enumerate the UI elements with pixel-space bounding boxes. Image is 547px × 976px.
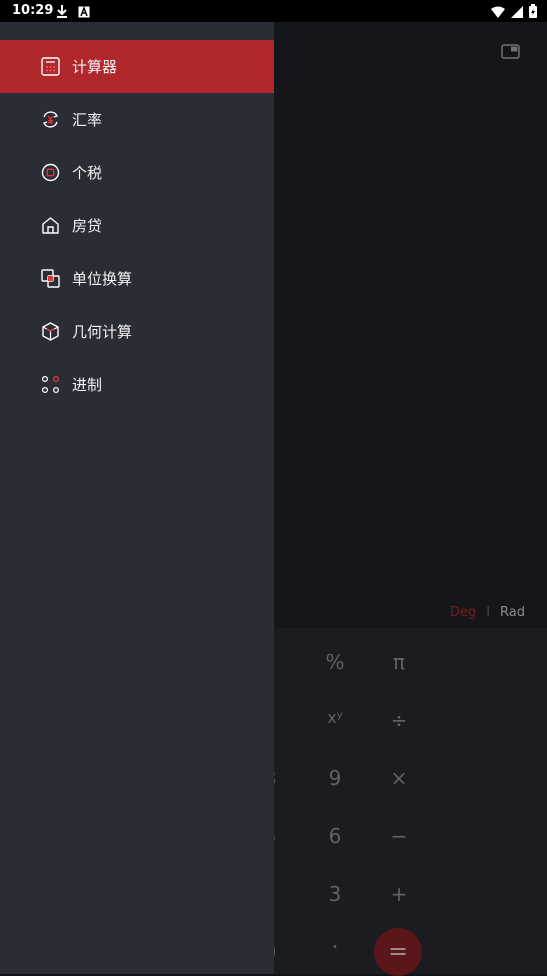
tax-icon [40,162,61,183]
number-base-icon [40,374,61,395]
menu-item-geometry[interactable]: 几何计算 [0,305,274,358]
key-minus[interactable]: − [369,824,429,848]
battery-icon [529,3,537,22]
calculator-icon [40,56,61,77]
key-percent[interactable]: % [305,650,365,674]
mode-separator: I [486,605,491,620]
key-equals[interactable]: = [374,928,422,976]
key-divide[interactable]: ÷ [369,708,429,732]
signal-icon [511,3,523,22]
download-icon [56,3,68,22]
drawer-menu: 计算器 汇率 个税 房贷 单位换算 几何计算 进制 [0,40,274,411]
menu-item-unit-conversion[interactable]: 单位换算 [0,252,274,305]
menu-label-number-base: 进制 [72,376,103,394]
menu-label-house-loan: 房贷 [72,217,103,235]
menu-item-exchange-rate[interactable]: 汇率 [0,93,274,146]
key-three[interactable]: 3 [305,882,365,906]
key-power[interactable]: xʸ [305,708,365,727]
menu-label-tax: 个税 [72,164,103,182]
menu-item-tax[interactable]: 个税 [0,146,274,199]
rad-option[interactable]: Rad [500,605,525,620]
menu-label-calculator: 计算器 [72,58,118,76]
status-bar: 10:29 [0,0,547,22]
key-pi[interactable]: π [369,650,429,674]
exchange-rate-icon [40,109,61,130]
geometry-icon [40,321,61,342]
menu-item-house-loan[interactable]: 房贷 [0,199,274,252]
house-loan-icon [40,215,61,236]
key-nine[interactable]: 9 [305,766,365,790]
navigation-drawer: 计算器 汇率 个税 房贷 单位换算 几何计算 进制 [0,22,274,974]
menu-item-number-base[interactable]: 进制 [0,358,274,411]
menu-label-exchange-rate: 汇率 [72,111,103,129]
angle-mode-switch[interactable]: Deg I Rad [450,605,525,620]
menu-item-calculator[interactable]: 计算器 [0,40,274,93]
key-plus[interactable]: + [369,882,429,906]
status-time: 10:29 [12,3,54,18]
key-multiply[interactable]: × [369,766,429,790]
key-dot[interactable]: • [305,942,365,953]
key-six[interactable]: 6 [305,824,365,848]
deg-option[interactable]: Deg [450,605,476,620]
notification-a-icon [78,3,90,22]
menu-label-unit-conversion: 单位换算 [72,270,133,288]
wifi-icon [491,3,505,22]
floating-window-icon[interactable] [501,44,521,64]
menu-label-geometry: 几何计算 [72,323,133,341]
unit-conversion-icon [40,268,61,289]
